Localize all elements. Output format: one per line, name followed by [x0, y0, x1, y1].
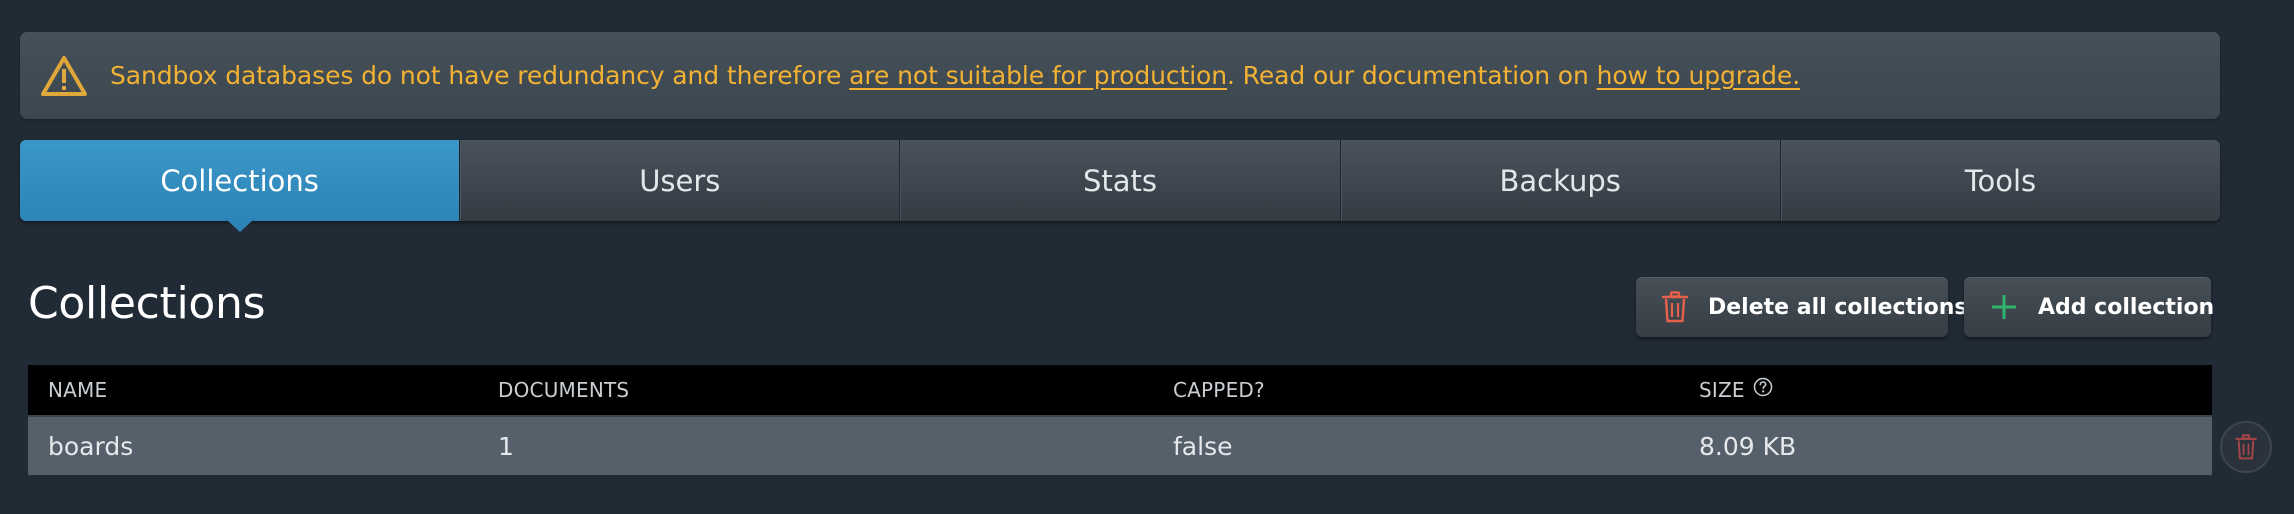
column-header-capped[interactable]: CAPPED?	[1173, 378, 1699, 402]
cell-name[interactable]: boards	[28, 432, 498, 461]
trash-icon	[1662, 291, 1688, 323]
add-collection-button[interactable]: Add collection	[1964, 277, 2215, 337]
banner-text-prefix: Sandbox databases do not have redundancy…	[110, 61, 850, 90]
column-header-size[interactable]: SIZE	[1699, 377, 2212, 402]
collections-table: NAME DOCUMENTS CAPPED? SIZE boards 1 fal…	[28, 365, 2212, 475]
database-tabs: Collections Users Stats Backups Tools	[20, 140, 2220, 232]
table-header: NAME DOCUMENTS CAPPED? SIZE	[28, 365, 2212, 415]
delete-collection-button[interactable]	[2220, 421, 2272, 473]
cell-documents: 1	[498, 431, 514, 461]
tab-stats[interactable]: Stats	[899, 140, 1339, 221]
cell-capped: false	[1173, 431, 1233, 461]
column-header-documents[interactable]: DOCUMENTS	[498, 378, 1173, 402]
page-title: Collections	[28, 278, 266, 329]
column-header-size-label: SIZE	[1699, 378, 1745, 402]
how-to-upgrade-link[interactable]: how to upgrade.	[1597, 61, 1801, 90]
not-suitable-link[interactable]: are not suitable for production	[849, 61, 1227, 90]
tab-backups[interactable]: Backups	[1339, 140, 1780, 221]
table-row[interactable]: boards 1 false 8.09 KB	[28, 415, 2212, 475]
cell-size: 8.09 KB	[1699, 431, 1797, 461]
tab-users[interactable]: Users	[459, 140, 899, 221]
delete-all-collections-button[interactable]: Delete all collections	[1636, 277, 1967, 337]
column-header-name[interactable]: NAME	[28, 378, 498, 402]
help-icon[interactable]	[1753, 377, 1773, 397]
add-collection-label: Add collection	[2038, 294, 2215, 320]
banner-text-middle: . Read our documentation on	[1226, 61, 1597, 90]
banner-text: Sandbox databases do not have redundancy…	[110, 61, 1800, 90]
tab-tools[interactable]: Tools	[1779, 140, 2220, 221]
delete-all-collections-label: Delete all collections	[1708, 294, 1968, 320]
trash-icon	[2235, 434, 2257, 460]
warning-triangle-icon	[41, 55, 87, 96]
sandbox-warning-banner: Sandbox databases do not have redundancy…	[20, 32, 2220, 119]
tab-collections[interactable]: Collections	[20, 140, 460, 232]
plus-icon	[1992, 295, 2016, 319]
